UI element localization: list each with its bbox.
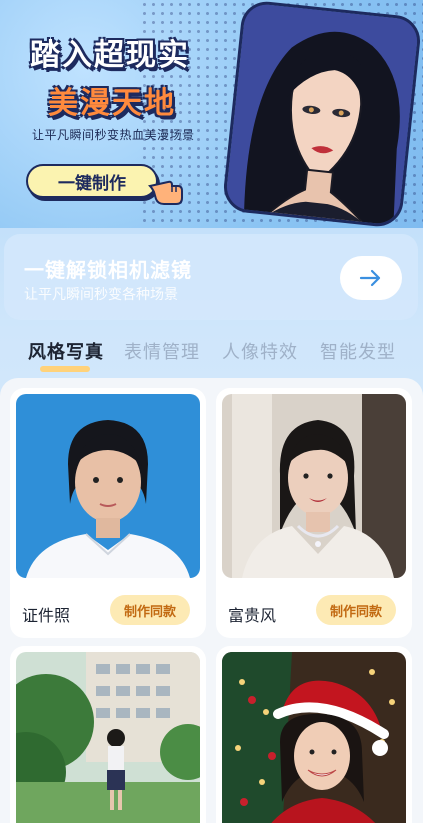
template-card[interactable] bbox=[216, 646, 412, 823]
active-tab-indicator bbox=[40, 366, 90, 372]
template-grid: 证件照 制作同款 富贵风 制作同款 bbox=[0, 378, 423, 823]
template-card[interactable] bbox=[10, 646, 206, 823]
filter-card-subtitle: 让平凡瞬间秒变各种场景 bbox=[24, 287, 178, 303]
banner-subtitle: 让平凡瞬间秒变热血美漫场景 bbox=[32, 128, 195, 142]
template-card[interactable]: 证件照 制作同款 bbox=[10, 388, 206, 638]
template-card[interactable]: 富贵风 制作同款 bbox=[216, 388, 412, 638]
christmas-portrait-image bbox=[222, 652, 406, 823]
tab-portrait-effects[interactable]: 人像特效 bbox=[222, 338, 298, 364]
comic-portrait-image bbox=[221, 0, 423, 228]
filter-card-title: 一键解锁相机滤镜 bbox=[24, 258, 192, 282]
filter-arrow-button[interactable] bbox=[340, 256, 402, 300]
id-photo-image bbox=[16, 394, 200, 578]
elegant-portrait-image bbox=[222, 394, 406, 578]
campus-photo-image bbox=[16, 652, 200, 823]
category-tabs: 风格写真 表情管理 人像特效 智能发型 bbox=[0, 334, 423, 374]
card-title: 富贵风 bbox=[228, 606, 277, 625]
make-same-button[interactable]: 制作同款 bbox=[110, 595, 190, 625]
make-same-button[interactable]: 制作同款 bbox=[316, 595, 396, 625]
banner-title-line1: 踏入超现实 bbox=[30, 38, 190, 73]
tab-smart-hairstyle[interactable]: 智能发型 bbox=[320, 338, 396, 364]
tab-expression[interactable]: 表情管理 bbox=[124, 338, 200, 364]
camera-filter-card[interactable]: 一键解锁相机滤镜 让平凡瞬间秒变各种场景 bbox=[4, 234, 418, 320]
banner-title-line2: 美漫天地 bbox=[48, 86, 176, 121]
promo-banner[interactable]: 踏入超现实 美漫天地 让平凡瞬间秒变热血美漫场景 一键制作 bbox=[0, 0, 423, 228]
arrow-right-icon bbox=[359, 269, 381, 287]
tab-style-portrait[interactable]: 风格写真 bbox=[28, 338, 104, 364]
pointing-hand-icon bbox=[148, 180, 183, 205]
card-title: 证件照 bbox=[22, 606, 71, 625]
one-click-make-button[interactable]: 一键制作 bbox=[26, 164, 158, 198]
